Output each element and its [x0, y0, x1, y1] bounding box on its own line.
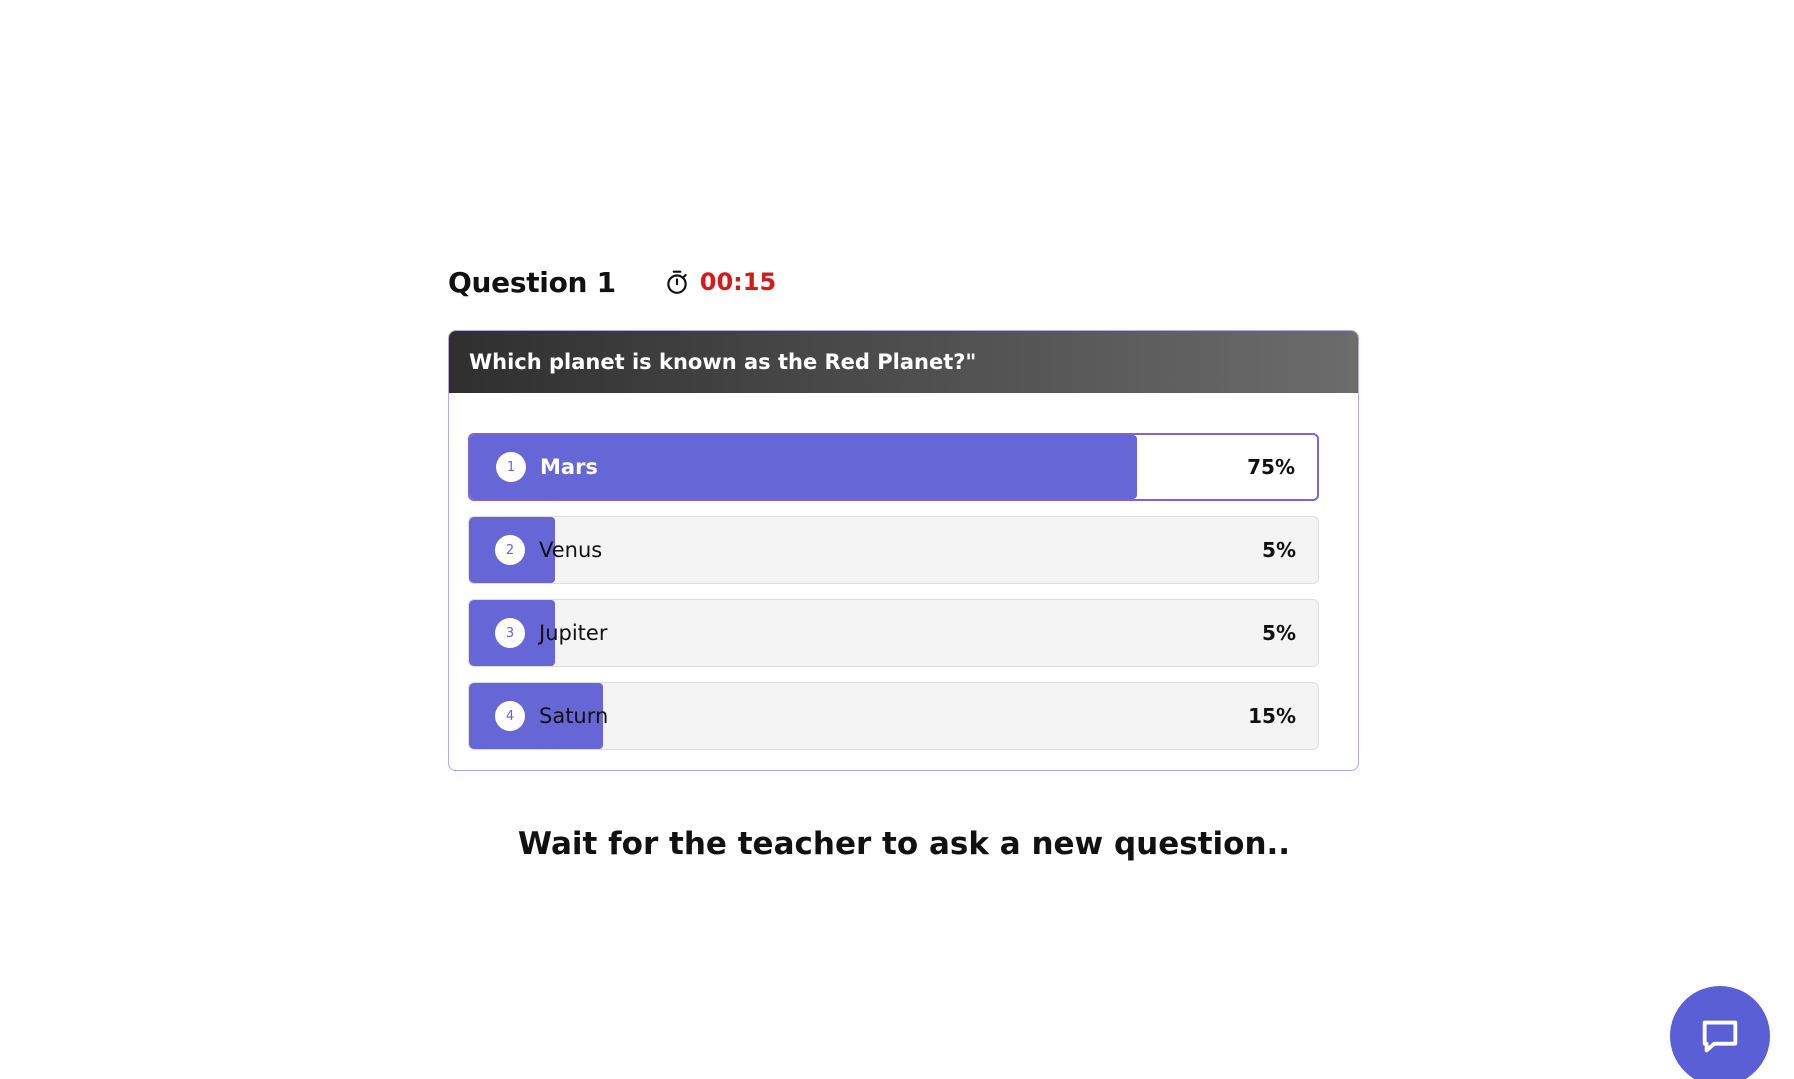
timer-value: 00:15 [699, 268, 777, 296]
chat-bubble-icon [1697, 1013, 1743, 1059]
stopwatch-icon [664, 269, 690, 295]
option-label: Venus [539, 538, 603, 562]
wait-message: Wait for the teacher to ask a new questi… [517, 826, 1291, 862]
question-text: Which planet is known as the Red Planet?… [469, 350, 977, 374]
option-label: Saturn [539, 704, 609, 728]
option-content: 4 Saturn [495, 683, 608, 749]
quiz-header: Question 1 00:15 [448, 262, 776, 302]
option-label: Jupiter [539, 621, 608, 645]
answer-option-saturn[interactable]: 4 Saturn 15% [468, 682, 1319, 750]
answer-option-venus[interactable]: 2 Venus 5% [468, 516, 1319, 584]
option-content: 2 Venus [495, 517, 602, 583]
chat-button[interactable] [1670, 986, 1770, 1079]
option-number-badge: 1 [496, 452, 526, 482]
question-card: Which planet is known as the Red Planet?… [448, 330, 1359, 771]
option-content: 3 Jupiter [495, 600, 607, 666]
option-percent: 15% [1248, 704, 1296, 728]
option-percent: 5% [1262, 538, 1296, 562]
quiz-page: Question 1 00:15 Which planet is known a… [0, 0, 1794, 1079]
option-number-badge: 4 [495, 701, 525, 731]
option-content: 1 Mars [496, 435, 598, 499]
answer-option-mars[interactable]: 1 Mars 75% [468, 433, 1319, 501]
answer-option-jupiter[interactable]: 3 Jupiter 5% [468, 599, 1319, 667]
question-number: Question 1 [448, 265, 616, 299]
option-percent: 5% [1262, 621, 1296, 645]
option-label: Mars [540, 455, 598, 479]
timer: 00:15 [664, 268, 776, 296]
option-number-badge: 3 [495, 618, 525, 648]
answer-options: 1 Mars 75% 2 Venus 5% 3 Jupiter 5% 4 Sat… [468, 433, 1319, 765]
option-number-badge: 2 [495, 535, 525, 565]
question-bar: Which planet is known as the Red Planet?… [449, 331, 1358, 393]
option-percent: 75% [1247, 455, 1295, 479]
